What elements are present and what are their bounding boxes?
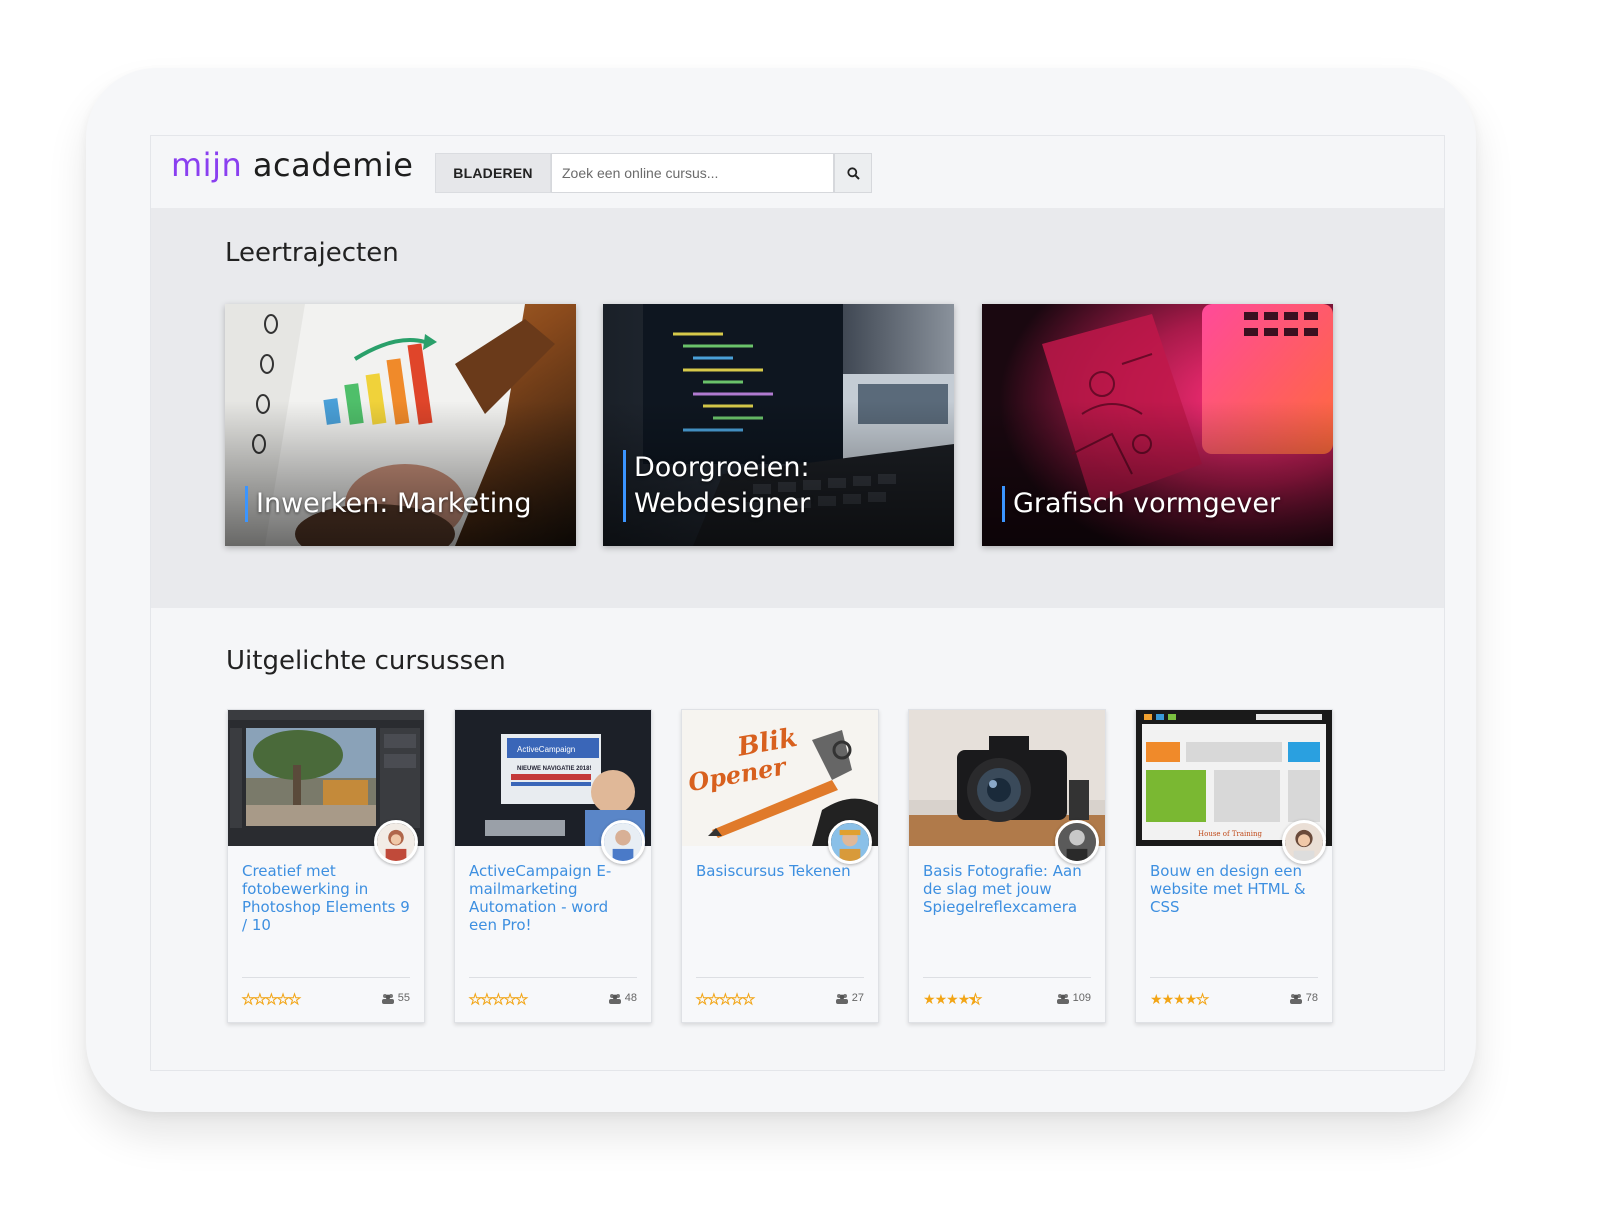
users-icon [381,993,394,1004]
browse-button[interactable]: BLADEREN [435,153,551,193]
star-icon: ★ [253,991,266,1008]
card-divider [469,977,637,978]
course-card[interactable]: Creatief met fotobewerking in Photoshop … [227,709,425,1023]
course-card[interactable]: Blik Opener Basiscursus Tekenen ★★★★★ 27 [681,709,879,1023]
path-card-label: Inwerken: Marketing [245,486,565,522]
student-count: 27 [835,992,864,1004]
course-title[interactable]: Basis Fotografie: Aan de slag met jouw S… [923,862,1093,916]
student-count-value: 48 [624,992,637,1004]
users-icon [1056,993,1069,1004]
course-card[interactable]: ActiveCampaign NIEUWE NAVIGATIE 2018! Ac… [454,709,652,1023]
card-divider [1150,977,1318,978]
star-icon: ★ [265,991,278,1008]
star-icon: ★ [242,991,255,1008]
star-icon: ★ [1196,991,1209,1008]
rating-stars: ★★★★★ [242,991,302,1008]
rating-stars: ★★★★★ [469,991,529,1008]
learning-paths-section: Leertrajecten Inwerken: Marketing Doorgr… [151,208,1444,608]
student-count-value: 109 [1072,992,1091,1004]
users-icon [608,993,621,1004]
top-bar: mijn academie BLADEREN [151,136,1444,208]
star-icon: ★ [469,991,482,1008]
star-icon: ★ [1173,991,1186,1007]
star-icon: ★ [730,991,743,1008]
star-icon: ★ [957,991,971,1007]
path-card-grafisch[interactable]: Grafisch vormgever [982,304,1333,546]
search-icon [846,166,860,180]
star-icon: ★ [946,991,959,1007]
logo-part-academie: academie [252,146,414,184]
rating-stars: ★★★★★ [1150,991,1209,1008]
course-title[interactable]: Bouw en design een website met HTML & CS… [1150,862,1320,916]
instructor-avatar [374,820,418,864]
logo-part-mijn: mijn [171,146,243,184]
star-icon: ★ [696,991,709,1008]
student-count-value: 78 [1305,992,1318,1004]
student-count-value: 27 [851,992,864,1004]
star-icon: ★ [288,991,301,1008]
rating-stars: ★★★★★ [696,991,756,1008]
star-icon: ★ [1150,991,1163,1007]
instructor-avatar [601,820,645,864]
rating-stars: ★★★★★ [923,991,982,1008]
nieuwe-navigatie-text: NIEUWE NAVIGATIE 2018! [517,766,591,772]
instructor-avatar [828,820,872,864]
star-icon: ★ [969,991,982,1008]
student-count: 48 [608,992,637,1004]
app-screen: mijn academie BLADEREN Leertrajecten [150,135,1445,1071]
star-icon: ★ [1161,991,1175,1007]
star-icon: ★ [480,991,493,1008]
course-title[interactable]: Creatief met fotobewerking in Photoshop … [242,862,412,934]
users-icon [835,993,848,1004]
star-icon: ★ [1184,991,1198,1007]
star-icon: ★ [742,991,755,1008]
student-count: 55 [381,992,410,1004]
star-icon: ★ [707,991,720,1008]
users-icon [1289,993,1302,1004]
star-icon: ★ [503,991,516,1008]
student-count: 109 [1056,992,1091,1004]
star-icon: ★ [719,991,732,1008]
instructor-avatar [1055,820,1099,864]
activecampaign-logo-text: ActiveCampaign [517,745,575,754]
search-button[interactable] [834,153,872,193]
card-divider [242,977,410,978]
path-card-webdesigner[interactable]: Doorgroeien: Webdesigner [603,304,954,546]
instructor-avatar [1282,820,1326,864]
star-icon: ★ [492,991,505,1008]
student-count: 78 [1289,992,1318,1004]
card-divider [923,977,1091,978]
student-count-value: 55 [397,992,410,1004]
star-icon: ★ [923,991,936,1007]
course-title[interactable]: ActiveCampaign E-mailmarketing Automatio… [469,862,639,934]
star-icon: ★ [934,991,948,1007]
card-divider [696,977,864,978]
search-input[interactable] [551,153,834,193]
star-icon: ★ [515,991,528,1008]
course-card[interactable]: House of Training Bouw en design een web… [1135,709,1333,1023]
course-title[interactable]: Basiscursus Tekenen [696,862,866,880]
learning-paths-title: Leertrajecten [225,238,399,268]
path-card-marketing[interactable]: Inwerken: Marketing [225,304,576,546]
course-card[interactable]: Basis Fotografie: Aan de slag met jouw S… [908,709,1106,1023]
star-icon: ★ [276,991,289,1008]
path-card-label: Doorgroeien: Webdesigner [623,450,943,522]
featured-title: Uitgelichte cursussen [226,646,506,676]
path-card-label: Grafisch vormgever [1002,486,1322,522]
house-of-training-text: House of Training [1198,830,1263,838]
logo[interactable]: mijn academie [171,146,413,184]
